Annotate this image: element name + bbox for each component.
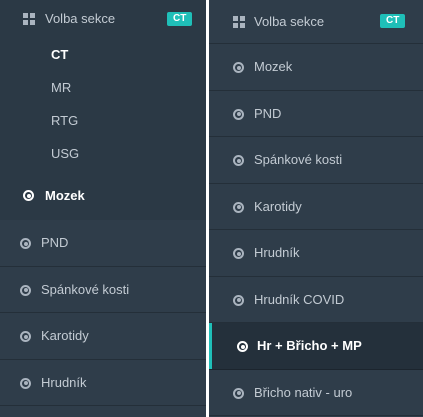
menu-item-hrudnik[interactable]: Hrudník xyxy=(209,230,423,277)
menu-item-label: Hrudník xyxy=(254,245,300,260)
menu-item-spankove-kosti[interactable]: Spánkové kosti xyxy=(209,137,423,184)
menu-item-label: Hrudník xyxy=(41,374,87,390)
radio-icon xyxy=(20,238,31,249)
menu-item-label: PND xyxy=(41,235,69,250)
menu-item-label: Břicho nativ - uro xyxy=(254,384,353,400)
modality-submenu: CT MR RTG USG xyxy=(0,38,206,172)
right-sidebar: Volba sekce CT Mozek PND Spánkové kosti … xyxy=(209,0,423,417)
radio-icon xyxy=(233,201,244,213)
submenu-item-rtg[interactable]: RTG xyxy=(0,104,206,137)
menu-item-spankove-kosti[interactable]: Spánkové kosti xyxy=(0,267,206,313)
menu-item-label: Spánkové kosti xyxy=(254,152,343,167)
modality-badge: CT xyxy=(167,12,193,26)
menu-item-label: Karotidy xyxy=(41,328,89,343)
radio-icon xyxy=(233,62,244,73)
menu-item-label: Karotidy xyxy=(254,198,302,214)
menu-item-pnd[interactable]: PND xyxy=(0,220,206,267)
section-selector-label: Volba sekce xyxy=(45,11,116,26)
submenu-item-ct[interactable]: CT xyxy=(0,38,206,71)
menu-item-label: Hr + Břicho + MP xyxy=(257,338,362,353)
menu-item-karotidy[interactable]: Karotidy xyxy=(0,313,206,360)
section-selector[interactable]: Volba sekce CT xyxy=(209,0,423,44)
radio-icon xyxy=(233,294,244,306)
submenu-item-usg[interactable]: USG xyxy=(0,137,206,172)
section-selector-label: Volba sekce xyxy=(254,14,325,29)
menu-item-label: Spánkové kosti xyxy=(41,281,130,297)
grid-icon xyxy=(233,16,245,28)
radio-icon xyxy=(20,284,31,296)
menu-item-mozek[interactable]: Mozek xyxy=(0,172,206,220)
radio-icon xyxy=(233,387,244,399)
radio-icon xyxy=(23,190,34,201)
radio-icon xyxy=(233,108,244,120)
radio-icon xyxy=(20,377,31,389)
menu-item-hrudnik[interactable]: Hrudník xyxy=(0,360,206,406)
left-sidebar: Volba sekce CT CT MR RTG USG Mozek PND S… xyxy=(0,0,206,417)
menu-item-label: Mozek xyxy=(254,59,293,74)
menu-item-label: Mozek xyxy=(45,188,85,203)
menu-item-karotidy[interactable]: Karotidy xyxy=(209,184,423,230)
menu-item-hr-bricho-mp[interactable]: Hr + Břicho + MP xyxy=(209,323,423,370)
radio-icon xyxy=(20,331,31,342)
radio-icon xyxy=(233,155,244,166)
menu-item-label: Hrudník COVID xyxy=(254,291,345,307)
grid-icon xyxy=(23,13,35,25)
menu-item-mozek[interactable]: Mozek xyxy=(209,44,423,91)
menu-item-label: PND xyxy=(254,105,282,121)
menu-item-pnd[interactable]: PND xyxy=(209,91,423,137)
menu-item-bricho-nativ-uro[interactable]: Břicho nativ - uro xyxy=(209,370,423,416)
radio-icon xyxy=(237,341,248,352)
menu-item-hrudnik-covid[interactable]: Hrudník COVID xyxy=(209,277,423,323)
modality-badge: CT xyxy=(380,14,406,28)
submenu-item-mr[interactable]: MR xyxy=(0,71,206,104)
section-selector[interactable]: Volba sekce CT xyxy=(0,0,206,38)
radio-icon xyxy=(233,248,244,259)
